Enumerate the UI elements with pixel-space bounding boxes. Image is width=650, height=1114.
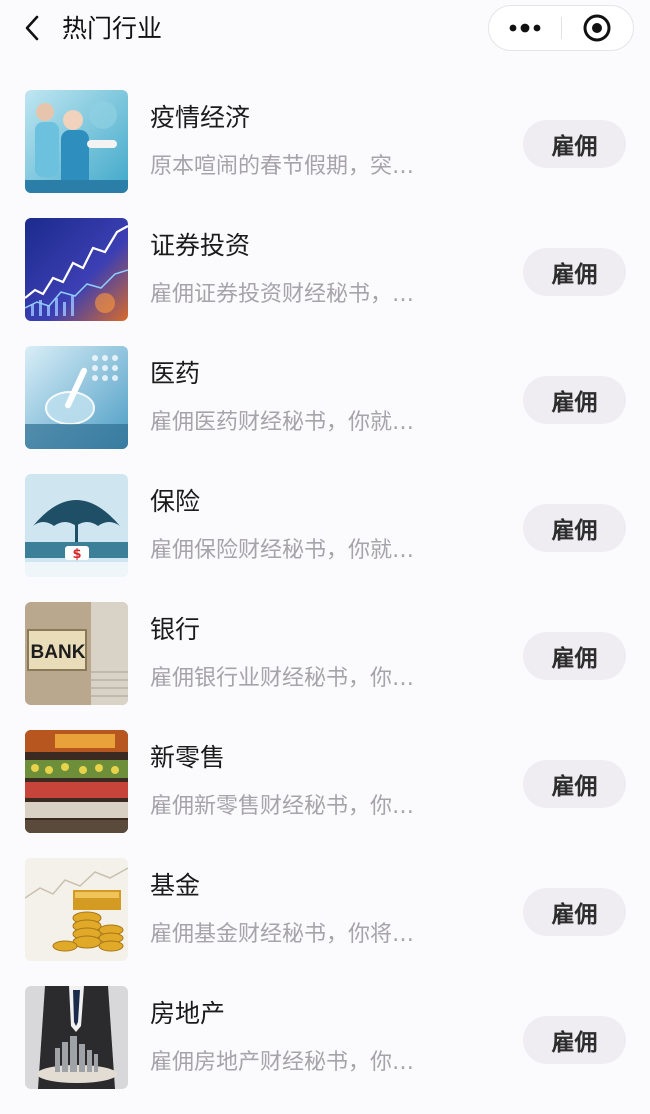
- close-button[interactable]: [562, 6, 634, 50]
- item-description: 雇佣新零售财经秘书，你…: [150, 794, 415, 819]
- industry-list: 疫情经济 原本喧闹的春节假期，突… 雇佣 证券投资 雇佣证券投资财经秘书，… 雇…: [0, 90, 650, 1114]
- item-description: 雇佣基金财经秘书，你将…: [150, 922, 415, 947]
- hire-button[interactable]: 雇佣: [523, 376, 626, 424]
- back-button[interactable]: [14, 10, 50, 46]
- businessman-city-photo: [25, 986, 128, 1089]
- item-title: 基金: [150, 871, 201, 900]
- bank-sign-photo: BANK: [25, 602, 128, 705]
- gold-coins-photo: [25, 858, 128, 961]
- umbrella-dollar-photo: $: [25, 474, 128, 577]
- item-description: 雇佣银行业财经秘书，你…: [150, 666, 415, 691]
- nav-bar: 热门行业: [0, 0, 650, 58]
- hire-button[interactable]: 雇佣: [523, 632, 626, 680]
- medical-staff-photo: [25, 90, 128, 193]
- item-title: 新零售: [150, 743, 226, 772]
- item-title: 保险: [150, 487, 201, 516]
- item-description: 雇佣证券投资财经秘书，…: [150, 282, 415, 307]
- item-title: 银行: [150, 615, 201, 644]
- supermarket-photo: [25, 730, 128, 833]
- hire-button[interactable]: 雇佣: [523, 248, 626, 296]
- item-description: 原本喧闹的春节假期，突…: [150, 154, 415, 179]
- list-item[interactable]: 基金 雇佣基金财经秘书，你将… 雇佣: [0, 858, 650, 986]
- list-item[interactable]: 房地产 雇佣房地产财经秘书，你… 雇佣: [0, 986, 650, 1114]
- hire-button[interactable]: 雇佣: [523, 888, 626, 936]
- stock-chart-photo: [25, 218, 128, 321]
- list-item[interactable]: 疫情经济 原本喧闹的春节假期，突… 雇佣: [0, 90, 650, 218]
- target-close-icon: [583, 14, 611, 42]
- list-item[interactable]: 证券投资 雇佣证券投资财经秘书，… 雇佣: [0, 218, 650, 346]
- lab-pipette-photo: [25, 346, 128, 449]
- page-title: 热门行业: [62, 14, 163, 43]
- mini-program-capsule: [488, 5, 634, 51]
- item-title: 证券投资: [150, 231, 251, 260]
- list-item[interactable]: $ 保险 雇佣保险财经秘书，你就… 雇佣: [0, 474, 650, 602]
- list-item[interactable]: BANK 银行 雇佣银行业财经秘书，你… 雇佣: [0, 602, 650, 730]
- item-description: 雇佣房地产财经秘书，你…: [150, 1050, 415, 1075]
- item-title: 疫情经济: [150, 103, 251, 132]
- item-title: 房地产: [150, 999, 226, 1028]
- bank-sign-text: BANK: [30, 642, 86, 663]
- more-button[interactable]: [489, 6, 561, 50]
- item-title: 医药: [150, 359, 201, 388]
- list-item[interactable]: 医药 雇佣医药财经秘书，你就… 雇佣: [0, 346, 650, 474]
- hire-button[interactable]: 雇佣: [523, 120, 626, 168]
- hire-button[interactable]: 雇佣: [523, 504, 626, 552]
- list-item[interactable]: 新零售 雇佣新零售财经秘书，你… 雇佣: [0, 730, 650, 858]
- svg-text:$: $: [72, 547, 81, 562]
- more-dots-icon: [509, 23, 541, 33]
- hire-button[interactable]: 雇佣: [523, 1016, 626, 1064]
- chevron-left-icon: [25, 15, 39, 41]
- item-description: 雇佣医药财经秘书，你就…: [150, 410, 415, 435]
- hire-button[interactable]: 雇佣: [523, 760, 626, 808]
- item-description: 雇佣保险财经秘书，你就…: [150, 538, 415, 563]
